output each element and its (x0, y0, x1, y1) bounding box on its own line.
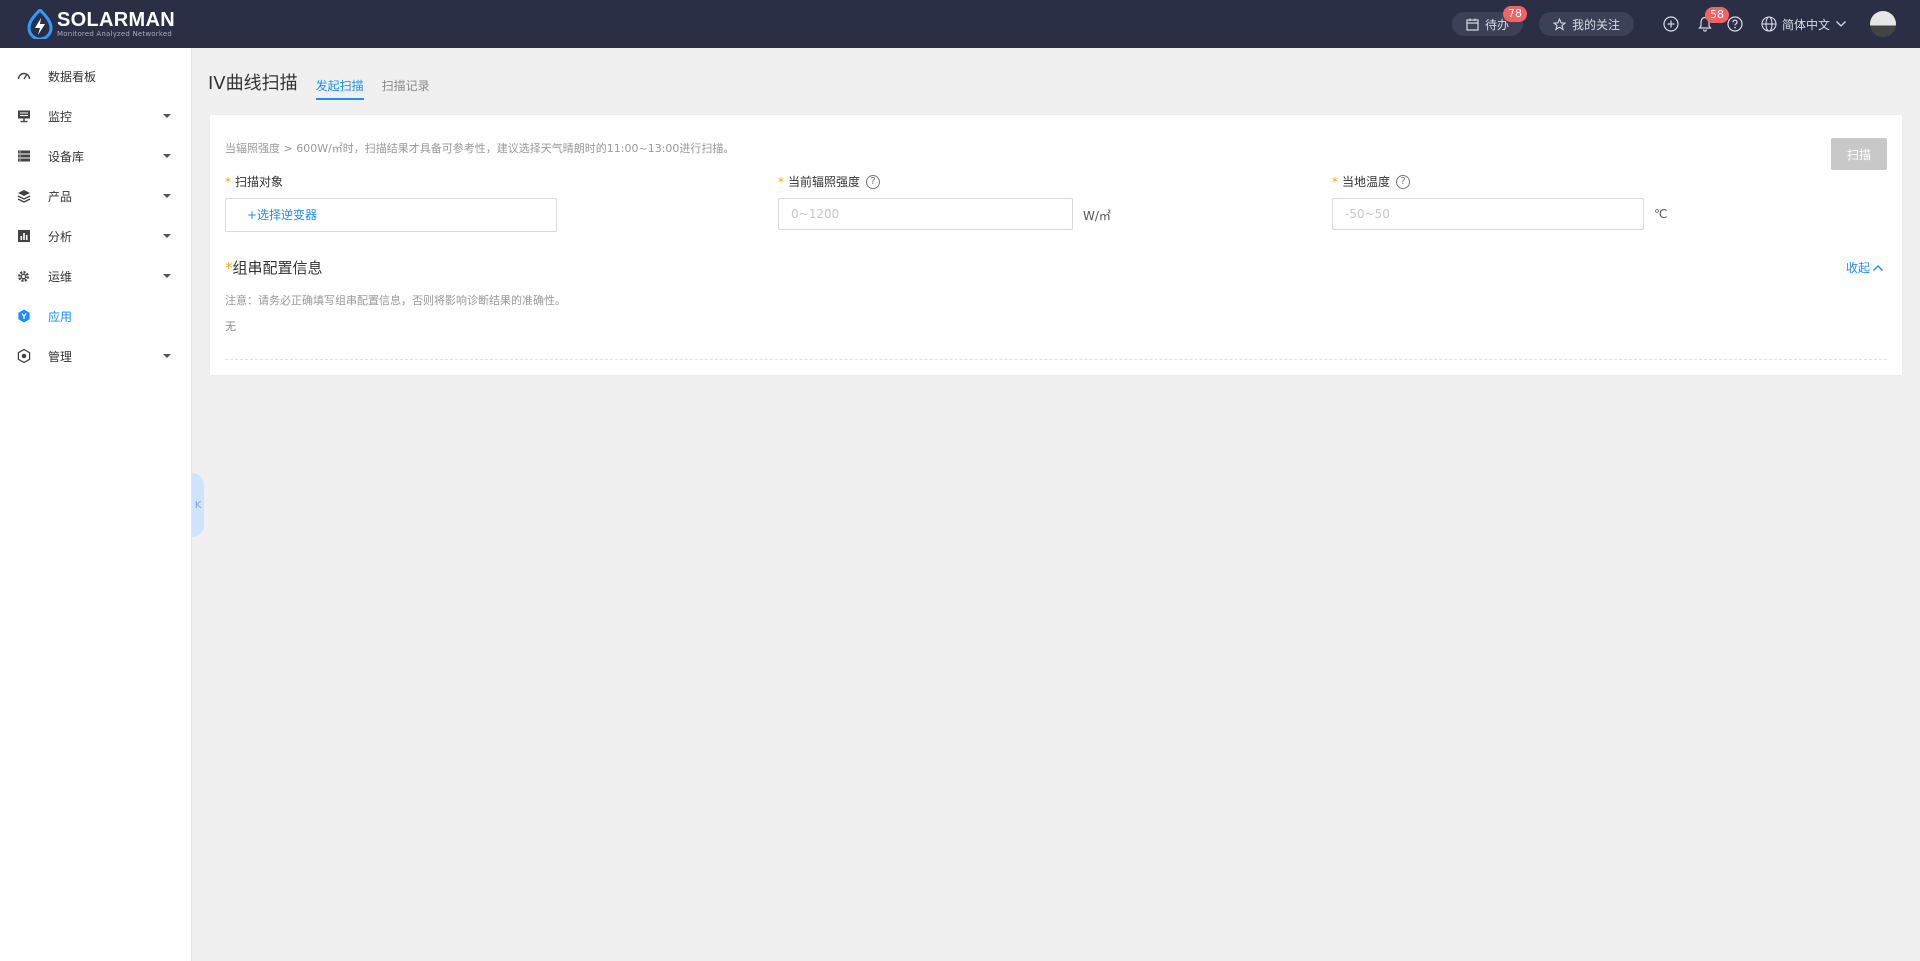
scan-target-label: * 扫描对象 (225, 173, 283, 190)
sidebar-item-label: 管理 (48, 349, 73, 364)
sidebar-collapse-toggle[interactable]: K (192, 473, 204, 537)
sidebar-item-label: 产品 (48, 189, 73, 204)
scan-form-card: 当辐照强度 > 600W/㎡时，扫描结果才具备可参考性，建议选择天气晴朗时的11… (209, 114, 1903, 376)
favorites-button[interactable]: 我的关注 (1538, 12, 1634, 36)
sidebar-item-monitor[interactable]: 监控 (0, 96, 191, 136)
calendar-icon (1466, 18, 1479, 31)
collapse-label: 收起 (1845, 261, 1870, 275)
sidebar-item-label: 应用 (48, 309, 73, 324)
chevron-down-icon (1836, 21, 1846, 27)
language-label: 简体中文 (1781, 17, 1830, 32)
tab-scan-records[interactable]: 扫描记录 (382, 78, 430, 100)
caret-down-icon (163, 274, 171, 278)
required-mark: * (778, 174, 784, 189)
sidebar-item-application[interactable]: 应用 (0, 296, 191, 336)
sidebar-item-product[interactable]: 产品 (0, 176, 191, 216)
temperature-input[interactable] (1332, 198, 1644, 230)
favorites-label: 我的关注 (1571, 17, 1620, 32)
page-title: IV曲线扫描 (208, 73, 298, 94)
brand-name: SOLARMAN (57, 9, 175, 31)
required-mark: * (1332, 174, 1338, 189)
temperature-label-text: 当地温度 (1342, 175, 1391, 189)
divider (225, 359, 1887, 360)
irradiance-tip: 当辐照强度 > 600W/㎡时，扫描结果才具备可参考性，建议选择天气晴朗时的11… (225, 142, 735, 155)
sidebar-item-device-library[interactable]: 设备库 (0, 136, 191, 176)
star-icon (1552, 17, 1566, 31)
string-config-note: 注意：请务必正确填写组串配置信息，否则将影响诊断结果的准确性。 (225, 294, 566, 307)
sidebar-item-label: 监控 (48, 109, 73, 124)
sidebar-item-label: 运维 (48, 269, 73, 284)
sidebar-item-label: 设备库 (48, 149, 85, 164)
sidebar-item-label: 分析 (48, 229, 73, 244)
caret-down-icon (163, 194, 171, 198)
help-icon[interactable] (1726, 15, 1744, 33)
empty-text: 无 (225, 320, 236, 333)
maintenance-gear-icon (16, 269, 31, 284)
caret-down-icon (163, 114, 171, 118)
sidebar-item-label: 数据看板 (48, 69, 97, 84)
add-icon[interactable] (1662, 15, 1680, 33)
sidebar-item-management[interactable]: 管理 (0, 336, 191, 376)
required-mark: * (225, 259, 233, 277)
application-icon (16, 309, 31, 324)
required-mark: * (225, 174, 231, 189)
caret-down-icon (163, 234, 171, 238)
monitor-icon (16, 109, 31, 124)
irradiance-input[interactable] (778, 198, 1073, 230)
help-circle-icon[interactable]: ? (1396, 174, 1411, 189)
sidebar: 数据看板 监控 设备库 产品 分析 运维 应用 管理 (0, 48, 192, 961)
temperature-label: * 当地温度 ? (1332, 173, 1411, 190)
dashboard-icon (16, 69, 31, 84)
caret-down-icon (163, 354, 171, 358)
globe-icon (1761, 16, 1777, 32)
solarman-logo-icon (27, 7, 53, 41)
tab-start-scan[interactable]: 发起扫描 (315, 78, 364, 100)
page-header: IV曲线扫描 发起扫描 扫描记录 (208, 66, 430, 100)
sidebar-item-maintenance[interactable]: 运维 (0, 256, 191, 296)
brand-logo[interactable]: SOLARMAN Monitored Analyzed Networked (27, 7, 175, 41)
notification-bell-icon[interactable]: 58 (1696, 7, 1729, 33)
user-avatar[interactable] (1870, 11, 1896, 37)
caret-down-icon (163, 154, 171, 158)
help-circle-icon[interactable]: ? (866, 174, 881, 189)
scan-button[interactable]: 扫描 (1831, 138, 1887, 170)
device-library-icon (16, 149, 31, 164)
todo-button[interactable]: 待办 78 (1451, 6, 1527, 36)
collapse-glyph: K (194, 499, 202, 511)
sidebar-item-analysis[interactable]: 分析 (0, 216, 191, 256)
product-layers-icon (16, 189, 31, 204)
irradiance-label-text: 当前辐照强度 (788, 175, 861, 189)
top-bar: SOLARMAN Monitored Analyzed Networked 待办… (0, 0, 1920, 48)
todo-count-badge: 78 (1502, 6, 1527, 22)
scan-target-label-text: 扫描对象 (235, 175, 284, 189)
brand-tagline: Monitored Analyzed Networked (57, 30, 173, 38)
analysis-chart-icon (16, 229, 31, 244)
irradiance-unit: W/㎡ (1083, 209, 1111, 223)
irradiance-label: * 当前辐照强度 ? (778, 173, 881, 190)
temperature-unit: ℃ (1654, 207, 1668, 221)
string-config-title: *组串配置信息 (225, 257, 323, 278)
management-icon (16, 349, 31, 364)
sidebar-item-dashboard[interactable]: 数据看板 (0, 56, 191, 96)
select-inverter-button[interactable]: +选择逆变器 (225, 198, 557, 232)
collapse-link[interactable]: 收起 (1846, 259, 1884, 276)
language-selector[interactable]: 简体中文 (1756, 16, 1852, 33)
string-config-title-text: 组串配置信息 (232, 259, 323, 277)
chevron-up-icon (1873, 264, 1883, 271)
